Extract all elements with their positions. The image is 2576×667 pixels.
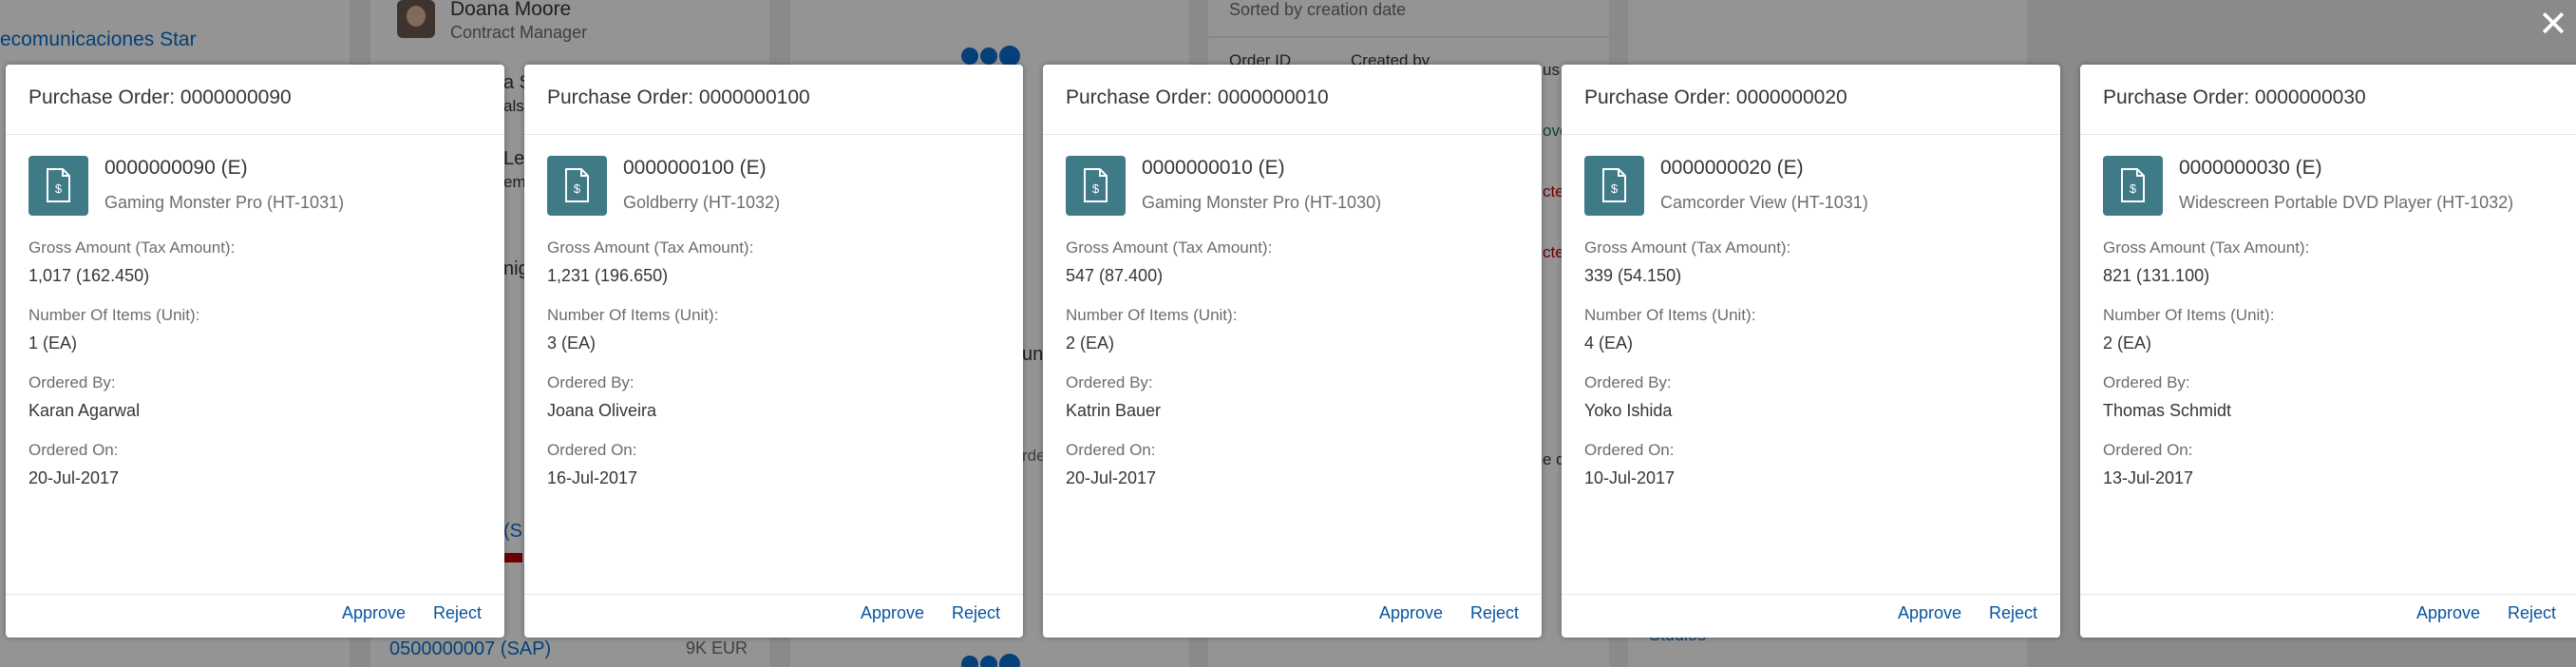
items-value: 4 (EA)	[1584, 334, 1634, 353]
purchase-order-icon: $	[28, 156, 88, 216]
card-header: $ 0000000020 (E) Camcorder View (HT-1031…	[1562, 135, 2060, 230]
ordered-on-label: Ordered On:	[547, 441, 637, 459]
card-title: Purchase Order: 0000000020	[1562, 65, 2060, 135]
ordered-by-label: Ordered By:	[1066, 373, 1153, 391]
gross-amount-label: Gross Amount (Tax Amount):	[2103, 238, 2310, 257]
gross-amount-value: 547 (87.400)	[1066, 266, 1164, 285]
card-header: $ 0000000100 (E) Goldberry (HT-1032)	[524, 135, 1023, 230]
card-product: Gaming Monster Pro (HT-1030)	[1142, 193, 1382, 212]
items-value: 1 (EA)	[28, 334, 78, 353]
gross-amount-label: Gross Amount (Tax Amount):	[28, 238, 236, 257]
card-fields: Gross Amount (Tax Amount): 547 (87.400) …	[1043, 230, 1542, 488]
card-title: Purchase Order: 0000000100	[524, 65, 1023, 135]
purchase-order-icon: $	[1066, 156, 1126, 216]
approve-button[interactable]: Approve	[1898, 603, 1961, 623]
card-product: Gaming Monster Pro (HT-1031)	[104, 193, 345, 212]
card-header: $ 0000000090 (E) Gaming Monster Pro (HT-…	[6, 135, 504, 230]
reject-button[interactable]: Reject	[952, 603, 1000, 623]
ordered-on-value: 10-Jul-2017	[1584, 468, 1676, 487]
items-label: Number Of Items (Unit):	[1584, 306, 1756, 324]
card-footer: Approve Reject	[1562, 594, 2060, 638]
items-value: 2 (EA)	[1066, 334, 1115, 353]
items-value: 2 (EA)	[2103, 334, 2152, 353]
gross-amount-value: 1,017 (162.450)	[28, 266, 150, 285]
approve-button[interactable]: Approve	[2416, 603, 2480, 623]
svg-text:$: $	[2130, 181, 2137, 196]
ordered-by-label: Ordered By:	[2103, 373, 2190, 391]
ordered-by-value: Joana Oliveira	[547, 401, 657, 420]
ordered-on-label: Ordered On:	[1066, 441, 1156, 459]
ordered-on-value: 13-Jul-2017	[2103, 468, 2194, 487]
gross-amount-value: 339 (54.150)	[1584, 266, 1682, 285]
gross-amount-label: Gross Amount (Tax Amount):	[1584, 238, 1791, 257]
svg-text:$: $	[1092, 181, 1100, 196]
ordered-on-label: Ordered On:	[1584, 441, 1675, 459]
items-label: Number Of Items (Unit):	[28, 306, 200, 324]
card-footer: Approve Reject	[2080, 594, 2576, 638]
ordered-by-label: Ordered By:	[28, 373, 116, 391]
reject-button[interactable]: Reject	[433, 603, 482, 623]
approve-button[interactable]: Approve	[342, 603, 406, 623]
ordered-on-value: 20-Jul-2017	[28, 468, 120, 487]
ordered-by-label: Ordered By:	[547, 373, 635, 391]
items-value: 3 (EA)	[547, 334, 597, 353]
ordered-on-label: Ordered On:	[2103, 441, 2193, 459]
svg-text:$: $	[55, 181, 63, 196]
card-product: Widescreen Portable DVD Player (HT-1032)	[2179, 193, 2514, 212]
card-order-id: 0000000020 (E)	[1660, 157, 1804, 179]
card-fields: Gross Amount (Tax Amount): 821 (131.100)…	[2080, 230, 2576, 488]
close-icon[interactable]: ✕	[2536, 7, 2570, 43]
card-header: $ 0000000030 (E) Widescreen Portable DVD…	[2080, 135, 2576, 230]
card-order-id: 0000000010 (E)	[1142, 157, 1285, 179]
purchase-order-card: Purchase Order: 0000000090 $ 0000000090 …	[6, 65, 504, 638]
ordered-by-label: Ordered By:	[1584, 373, 1672, 391]
svg-text:$: $	[1611, 181, 1619, 196]
ordered-on-value: 16-Jul-2017	[547, 468, 638, 487]
card-header: $ 0000000010 (E) Gaming Monster Pro (HT-…	[1043, 135, 1542, 230]
ordered-on-value: 20-Jul-2017	[1066, 468, 1157, 487]
ordered-by-value: Katrin Bauer	[1066, 401, 1162, 420]
ordered-on-label: Ordered On:	[28, 441, 119, 459]
ordered-by-value: Yoko Ishida	[1584, 401, 1673, 420]
reject-button[interactable]: Reject	[2508, 603, 2556, 623]
card-title: Purchase Order: 0000000030	[2080, 65, 2576, 135]
card-footer: Approve Reject	[1043, 594, 1542, 638]
approve-button[interactable]: Approve	[861, 603, 924, 623]
purchase-order-icon: $	[1584, 156, 1644, 216]
items-label: Number Of Items (Unit):	[547, 306, 719, 324]
items-label: Number Of Items (Unit):	[1066, 306, 1238, 324]
card-fields: Gross Amount (Tax Amount): 1,231 (196.65…	[524, 230, 1023, 488]
card-footer: Approve Reject	[6, 594, 504, 638]
ordered-by-value: Karan Agarwal	[28, 401, 141, 420]
items-label: Number Of Items (Unit):	[2103, 306, 2275, 324]
purchase-order-card: Purchase Order: 0000000020 $ 0000000020 …	[1562, 65, 2060, 638]
purchase-order-card: Purchase Order: 0000000010 $ 0000000010 …	[1043, 65, 1542, 638]
gross-amount-label: Gross Amount (Tax Amount):	[547, 238, 754, 257]
approve-button[interactable]: Approve	[1379, 603, 1443, 623]
purchase-order-card: Purchase Order: 0000000030 $ 0000000030 …	[2080, 65, 2576, 638]
gross-amount-value: 821 (131.100)	[2103, 266, 2210, 285]
card-order-id: 0000000100 (E)	[623, 157, 767, 179]
svg-text:$: $	[574, 181, 581, 196]
card-order-id: 0000000090 (E)	[104, 157, 248, 179]
card-product: Goldberry (HT-1032)	[623, 193, 781, 212]
purchase-order-icon: $	[547, 156, 607, 216]
reject-button[interactable]: Reject	[1470, 603, 1519, 623]
card-fields: Gross Amount (Tax Amount): 1,017 (162.45…	[6, 230, 504, 488]
ordered-by-value: Thomas Schmidt	[2103, 401, 2232, 420]
card-title: Purchase Order: 0000000010	[1043, 65, 1542, 135]
card-product: Camcorder View (HT-1031)	[1660, 193, 1868, 212]
gross-amount-label: Gross Amount (Tax Amount):	[1066, 238, 1273, 257]
card-footer: Approve Reject	[524, 594, 1023, 638]
card-order-id: 0000000030 (E)	[2179, 157, 2322, 179]
purchase-order-icon: $	[2103, 156, 2163, 216]
card-fields: Gross Amount (Tax Amount): 339 (54.150) …	[1562, 230, 2060, 488]
card-title: Purchase Order: 0000000090	[6, 65, 504, 135]
purchase-order-card: Purchase Order: 0000000100 $ 0000000100 …	[524, 65, 1023, 638]
gross-amount-value: 1,231 (196.650)	[547, 266, 669, 285]
reject-button[interactable]: Reject	[1989, 603, 2037, 623]
